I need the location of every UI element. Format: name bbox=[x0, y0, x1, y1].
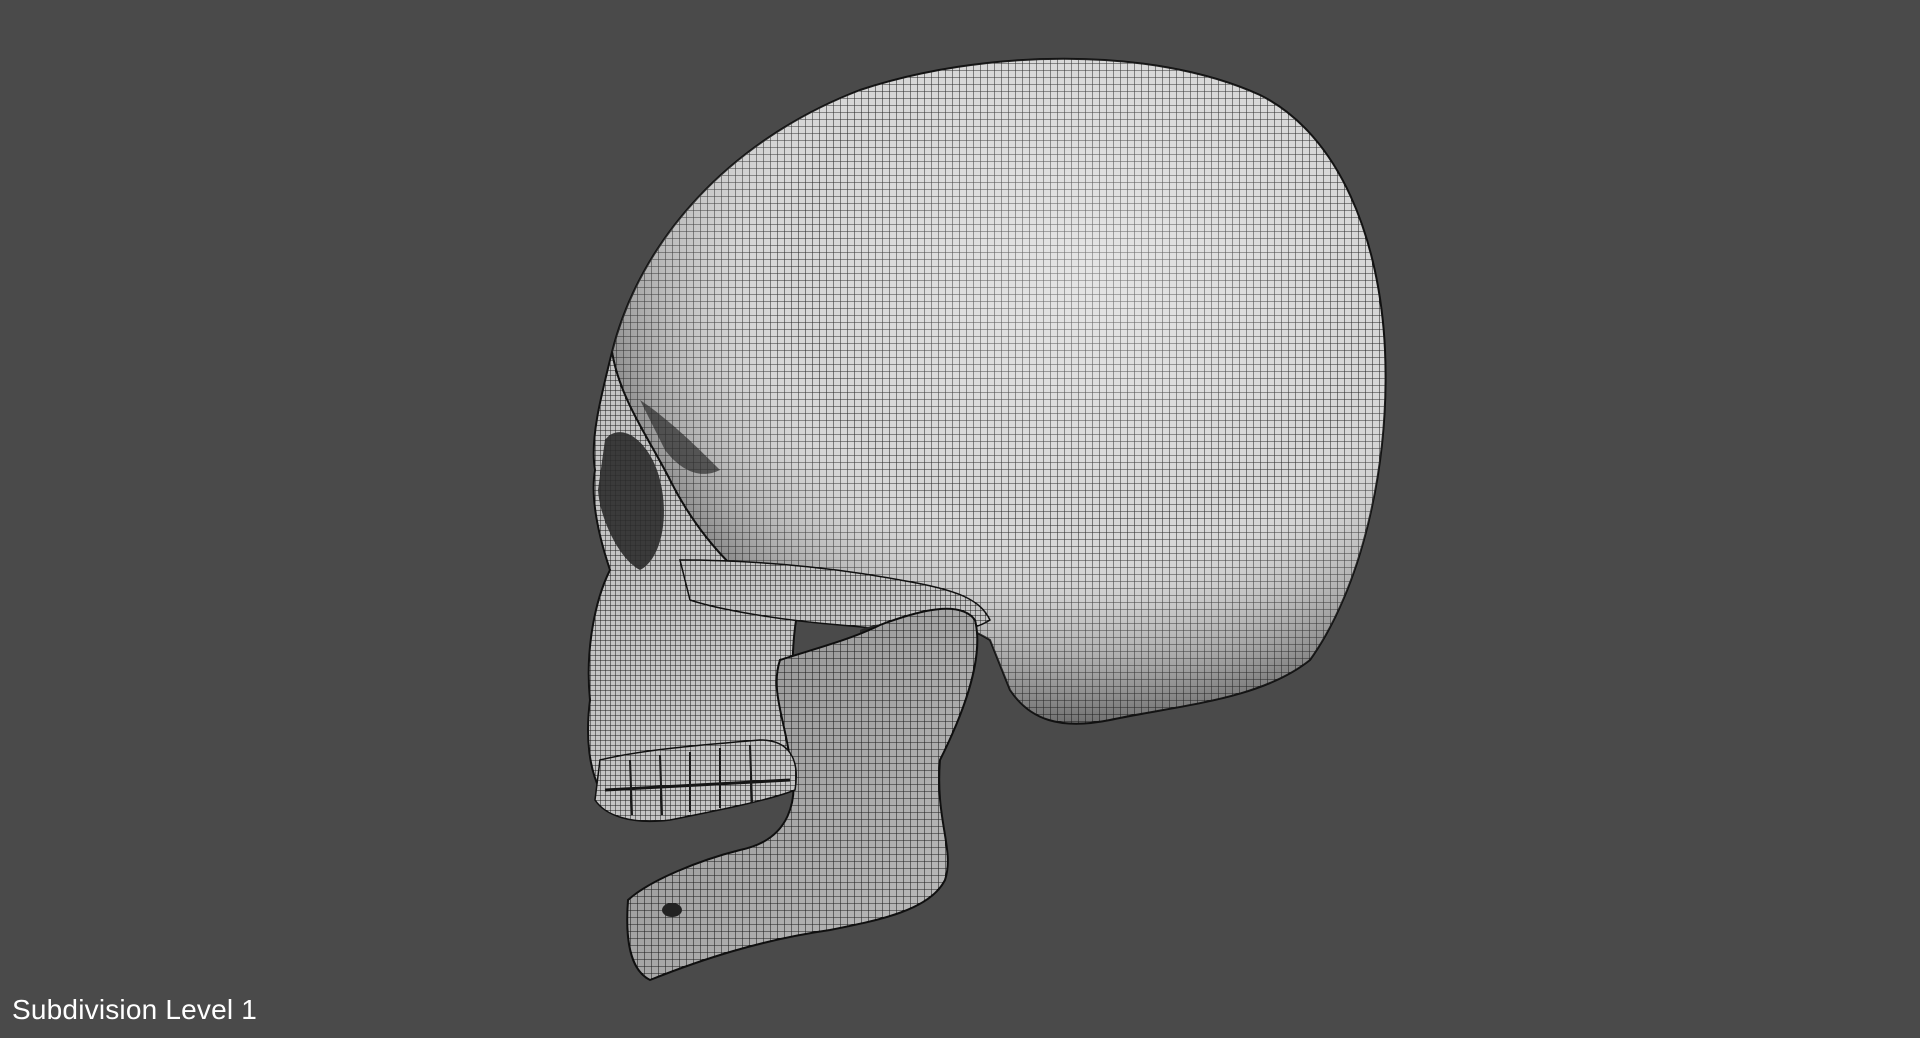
skull-wireframe-render bbox=[587, 57, 1387, 982]
subdivision-level-label: Subdivision Level 1 bbox=[12, 994, 258, 1025]
render-viewport: Subdivision Level 1 bbox=[0, 0, 1920, 1038]
